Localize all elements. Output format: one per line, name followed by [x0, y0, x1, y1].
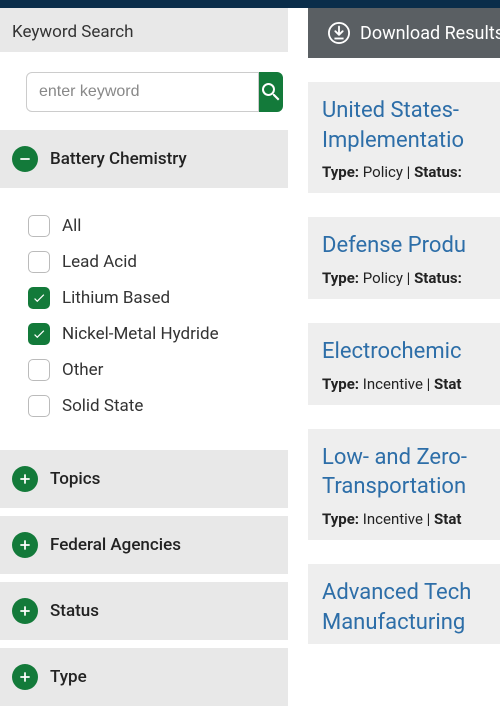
checkbox-lead-acid[interactable]: Lead Acid [28, 244, 276, 280]
result-card: United States- Implementatio Type: Polic… [308, 82, 500, 193]
checkbox-box [28, 323, 50, 345]
checkbox-box [28, 215, 50, 237]
minus-icon [12, 146, 38, 172]
result-title[interactable]: Electrochemic [322, 337, 500, 367]
plus-icon [12, 664, 38, 690]
result-card: Advanced Tech Manufacturing [308, 564, 500, 644]
checkbox-other[interactable]: Other [28, 352, 276, 388]
result-meta: Type: Incentive | Stat [322, 375, 500, 393]
result-title[interactable]: Advanced Tech Manufacturing [322, 578, 500, 637]
checkbox-box [28, 251, 50, 273]
search-input[interactable] [26, 72, 259, 112]
facet-label: Status [50, 601, 99, 621]
download-icon [328, 22, 350, 44]
facet-type[interactable]: Type [0, 648, 288, 706]
result-meta: Type: Incentive | Stat [322, 510, 500, 528]
facet-federal-agencies[interactable]: Federal Agencies [0, 516, 288, 574]
facet-label: Federal Agencies [50, 535, 181, 555]
result-title[interactable]: Defense Produ [322, 231, 500, 261]
checkbox-label: Other [62, 360, 103, 380]
main-content: Download Results United States- Implemen… [288, 8, 500, 644]
facet-battery-chemistry[interactable]: Battery Chemistry [0, 130, 288, 188]
facet-topics[interactable]: Topics [0, 450, 288, 508]
checkbox-box [28, 287, 50, 309]
battery-chemistry-options: All Lead Acid Lithium Based Nickel-Metal… [0, 190, 288, 442]
facet-label: Battery Chemistry [50, 149, 187, 169]
plus-icon [12, 598, 38, 624]
checkbox-label: Lead Acid [62, 252, 137, 272]
facet-status[interactable]: Status [0, 582, 288, 640]
checkbox-solid-state[interactable]: Solid State [28, 388, 276, 424]
checkbox-label: Lithium Based [62, 288, 170, 308]
checkbox-box [28, 359, 50, 381]
search-button[interactable] [259, 72, 283, 112]
facet-label: Topics [50, 469, 100, 489]
plus-icon [12, 532, 38, 558]
checkbox-nickel-metal-hydride[interactable]: Nickel-Metal Hydride [28, 316, 276, 352]
result-card: Electrochemic Type: Incentive | Stat [308, 323, 500, 405]
layout: Keyword Search Battery Chemistry All Lea… [0, 0, 500, 644]
result-title[interactable]: Low- and Zero- Transportation [322, 443, 500, 502]
plus-icon [12, 466, 38, 492]
result-card: Low- and Zero- Transportation Type: Ince… [308, 429, 500, 540]
checkbox-box [28, 395, 50, 417]
download-label: Download Results [360, 23, 500, 44]
checkbox-all[interactable]: All [28, 208, 276, 244]
sidebar: Keyword Search Battery Chemistry All Lea… [0, 8, 288, 644]
top-bar [0, 0, 500, 8]
checkbox-label: Nickel-Metal Hydride [62, 324, 219, 344]
checkbox-label: All [62, 216, 81, 236]
result-meta: Type: Policy | Status: [322, 269, 500, 287]
facet-label: Type [50, 667, 87, 687]
search-row [0, 52, 288, 130]
search-icon [259, 80, 283, 104]
result-meta: Type: Policy | Status: [322, 163, 500, 181]
result-card: Defense Produ Type: Policy | Status: [308, 217, 500, 299]
result-title[interactable]: United States- Implementatio [322, 96, 500, 155]
checkbox-label: Solid State [62, 396, 143, 416]
checkbox-lithium-based[interactable]: Lithium Based [28, 280, 276, 316]
keyword-search-header: Keyword Search [0, 8, 288, 52]
download-results-button[interactable]: Download Results [308, 8, 500, 58]
